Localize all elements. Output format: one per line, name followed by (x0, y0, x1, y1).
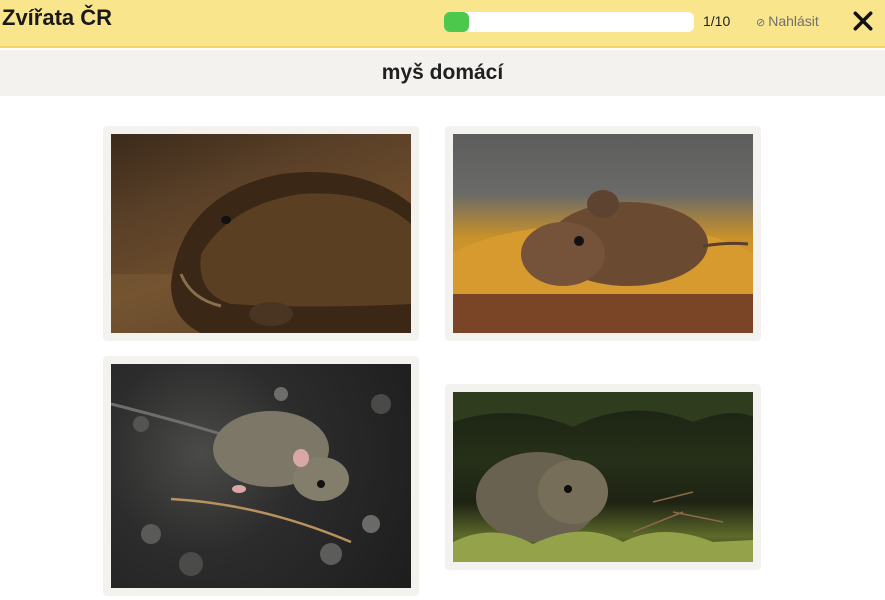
mouse-on-gravel-photo (111, 364, 411, 588)
progress-fill (444, 12, 469, 32)
vole-in-grass-photo (453, 392, 753, 562)
close-icon (853, 11, 873, 31)
progress-bar (444, 12, 694, 32)
vole-on-stump-photo (453, 134, 753, 333)
top-bar: Zvířata ČR 1/10 ⊘ Nahlásit (0, 0, 885, 48)
close-button[interactable] (852, 6, 876, 34)
question-bar: myš domácí (0, 50, 885, 96)
answer-card-3[interactable] (103, 356, 419, 596)
progress-count: 1/10 (703, 13, 731, 29)
answer-card-4[interactable] (445, 384, 761, 570)
report-link[interactable]: ⊘ Nahlásit (756, 13, 819, 29)
answer-card-2[interactable] (445, 126, 761, 341)
answer-card-1[interactable] (103, 126, 419, 341)
report-label: Nahlásit (768, 13, 819, 29)
app-title: Zvířata ČR (2, 5, 113, 30)
question-word: myš domácí (381, 61, 504, 84)
beaver-photo (111, 134, 411, 333)
flag-icon: ⊘ (756, 17, 766, 29)
